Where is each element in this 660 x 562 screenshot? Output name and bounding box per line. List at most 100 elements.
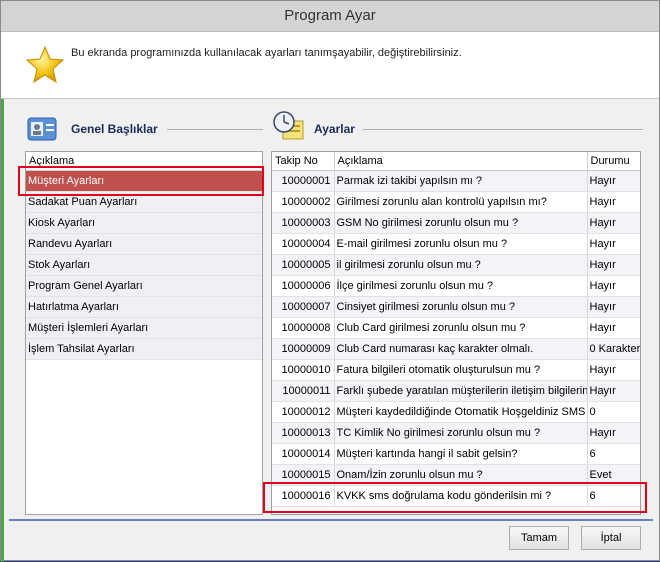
- cell-takip-no: 10000015: [272, 464, 335, 486]
- cell-aciklama: il girilmesi zorunlu olsun mu ?: [334, 254, 588, 276]
- cancel-button[interactable]: İptal: [581, 526, 641, 550]
- table-row[interactable]: 10000003 GSM No girilmesi zorunlu olsun m…: [272, 212, 640, 234]
- table-row[interactable]: 10000004 E-mail girilmesi zorunlu olsun m…: [272, 233, 640, 255]
- cell-durumu[interactable]: 0 Karakter: [587, 338, 640, 360]
- list-item-label: Stok Ayarları: [28, 259, 91, 271]
- cell-aciklama: Müşteri kaydedildiğinde Otomatik Hoşgeld…: [334, 401, 588, 423]
- cell-durumu[interactable]: Hayır: [587, 296, 640, 318]
- cell-durumu[interactable]: 6: [587, 485, 640, 507]
- sidebar-item-kiosk-ayarlari[interactable]: Kiosk Ayarları: [26, 213, 262, 234]
- cell-aciklama: Cinsiyet girilmesi zorunlu olsun mu ?: [334, 296, 588, 318]
- header-description: Bu ekranda programınızda kullanılacak ay…: [71, 47, 462, 59]
- table-row[interactable]: 10000002 Girilmesi zorunlu alan kontrolü …: [272, 191, 640, 213]
- sidebar-item-sadakat-puan-ayarlari[interactable]: Sadakat Puan Ayarları: [26, 192, 262, 213]
- general-headings-title: Genel Başlıklar: [71, 122, 158, 136]
- id-card-icon: [27, 117, 57, 141]
- sidebar-item-musteri-islemleri-ayarlari[interactable]: Müşteri İşlemleri Ayarları: [26, 318, 262, 339]
- cell-takip-no: 10000011: [272, 380, 335, 402]
- table-row[interactable]: 10000015 Onam/İzin zorunlu olsun mu ? Evet: [272, 464, 640, 486]
- settings-grid: Takip No Açıklama Durumu 10000001 Parmak …: [271, 151, 641, 515]
- table-row[interactable]: 10000009 Club Card numarası kaç karakter …: [272, 338, 640, 360]
- cell-durumu[interactable]: Hayır: [587, 380, 640, 402]
- cell-durumu[interactable]: Hayır: [587, 170, 640, 192]
- table-row[interactable]: 10000007 Cinsiyet girilmesi zorunlu olsun…: [272, 296, 640, 318]
- cell-aciklama: TC Kimlik No girilmesi zorunlu olsun mu …: [334, 422, 588, 444]
- general-headings-list: Açıklama Müşteri Ayarları Sadakat Puan A…: [25, 151, 263, 515]
- cell-takip-no: 10000006: [272, 275, 335, 297]
- cell-takip-no: 10000009: [272, 338, 335, 360]
- cell-aciklama: Parmak izi takibi yapılsın mı ?: [334, 170, 588, 192]
- window-title: Program Ayar: [1, 1, 659, 32]
- cell-aciklama: Club Card numarası kaç karakter olmalı.: [334, 338, 588, 360]
- cell-durumu[interactable]: Hayır: [587, 422, 640, 444]
- cell-durumu[interactable]: Evet: [587, 464, 640, 486]
- table-row[interactable]: 10000010 Fatura bilgileri otomatik oluştu…: [272, 359, 640, 381]
- window-side-strip: [1, 32, 4, 562]
- settings-title: Ayarlar: [314, 122, 355, 136]
- table-row[interactable]: 10000012 Müşteri kaydedildiğinde Otomatik…: [272, 401, 640, 423]
- cell-durumu[interactable]: 0: [587, 401, 640, 423]
- cell-takip-no: 10000001: [272, 170, 335, 192]
- footer-divider: [9, 519, 653, 521]
- cell-durumu[interactable]: Hayır: [587, 275, 640, 297]
- cell-aciklama: Girilmesi zorunlu alan kontrolü yapılsın…: [334, 191, 588, 213]
- cell-takip-no: 10000010: [272, 359, 335, 381]
- cell-aciklama: Club Card girilmesi zorunlu olsun mu ?: [334, 317, 588, 339]
- list-item-label: Sadakat Puan Ayarları: [28, 196, 138, 208]
- program-ayar-window: Program Ayar Bu ekranda programınızda ku…: [0, 0, 660, 562]
- list-item-label: Müşteri İşlemleri Ayarları: [28, 322, 149, 334]
- list-column-header: Açıklama: [26, 152, 262, 171]
- header-area: Bu ekranda programınızda kullanılacak ay…: [1, 32, 659, 99]
- cell-takip-no: 10000014: [272, 443, 335, 465]
- sidebar-item-musteri-ayarlari[interactable]: Müşteri Ayarları: [26, 171, 262, 192]
- table-row[interactable]: 10000013 TC Kimlik No girilmesi zorunlu o…: [272, 422, 640, 444]
- cell-takip-no: 10000008: [272, 317, 335, 339]
- column-header-durumu[interactable]: Durumu: [587, 152, 640, 171]
- cell-takip-no: 10000005: [272, 254, 335, 276]
- divider: [167, 129, 263, 130]
- cell-aciklama: Müşteri kartında hangi il sabit gelsin?: [334, 443, 588, 465]
- sidebar-item-program-genel-ayarlari[interactable]: Program Genel Ayarları: [26, 276, 262, 297]
- cell-takip-no: 10000004: [272, 233, 335, 255]
- cell-durumu[interactable]: Hayır: [587, 317, 640, 339]
- ok-button[interactable]: Tamam: [509, 526, 569, 550]
- cell-aciklama: KVKK sms doğrulama kodu gönderilsin mi ?: [334, 485, 588, 507]
- table-header-row: Takip No Açıklama Durumu: [272, 152, 640, 171]
- sidebar-item-hatirlatma-ayarlari[interactable]: Hatırlatma Ayarları: [26, 297, 262, 318]
- sidebar-item-stok-ayarlari[interactable]: Stok Ayarları: [26, 255, 262, 276]
- sidebar-item-islem-tahsilat-ayarlari[interactable]: İşlem Tahsilat Ayarları: [26, 339, 262, 360]
- list-item-label: İşlem Tahsilat Ayarları: [28, 343, 135, 355]
- cell-durumu[interactable]: Hayır: [587, 233, 640, 255]
- table-row[interactable]: 10000005 il girilmesi zorunlu olsun mu ? H…: [272, 254, 640, 276]
- column-header-takip-no[interactable]: Takip No: [272, 152, 335, 171]
- cell-takip-no: 10000012: [272, 401, 335, 423]
- cell-takip-no: 10000003: [272, 212, 335, 234]
- cell-takip-no: 10000002: [272, 191, 335, 213]
- table-row[interactable]: 10000014 Müşteri kartında hangi il sabit …: [272, 443, 640, 465]
- list-item-label: Program Genel Ayarları: [28, 280, 143, 292]
- cell-durumu[interactable]: Hayır: [587, 254, 640, 276]
- list-item-label: Randevu Ayarları: [28, 238, 113, 250]
- table-row[interactable]: 10000006 İlçe girilmesi zorunlu olsun mu …: [272, 275, 640, 297]
- cell-durumu[interactable]: Hayır: [587, 191, 640, 213]
- table-row[interactable]: 10000001 Parmak izi takibi yapılsın mı ? H…: [272, 170, 640, 192]
- list-item-label: Müşteri Ayarları: [28, 175, 105, 187]
- table-row[interactable]: 10000008 Club Card girilmesi zorunlu olsu…: [272, 317, 640, 339]
- divider: [363, 129, 643, 130]
- cell-aciklama: Onam/İzin zorunlu olsun mu ?: [334, 464, 588, 486]
- cell-takip-no: 10000007: [272, 296, 335, 318]
- column-header-aciklama[interactable]: Açıklama: [334, 152, 588, 171]
- list-item-label: Kiosk Ayarları: [28, 217, 96, 229]
- cell-aciklama: İlçe girilmesi zorunlu olsun mu ?: [334, 275, 588, 297]
- cell-aciklama: Fatura bilgileri otomatik oluşturulsun m…: [334, 359, 588, 381]
- cell-durumu[interactable]: 6: [587, 443, 640, 465]
- sidebar-item-randevu-ayarlari[interactable]: Randevu Ayarları: [26, 234, 262, 255]
- cell-aciklama: GSM No girilmesi zorunlu olsun mu ?: [334, 212, 588, 234]
- table-row[interactable]: 10000016 KVKK sms doğrulama kodu gönderil…: [272, 485, 640, 507]
- cell-durumu[interactable]: Hayır: [587, 212, 640, 234]
- star-icon: [25, 45, 65, 84]
- cell-durumu[interactable]: Hayır: [587, 359, 640, 381]
- cell-takip-no: 10000013: [272, 422, 335, 444]
- cell-takip-no: 10000016: [272, 485, 335, 507]
- table-row[interactable]: 10000011 Farklı şubede yaratılan müşteril…: [272, 380, 640, 402]
